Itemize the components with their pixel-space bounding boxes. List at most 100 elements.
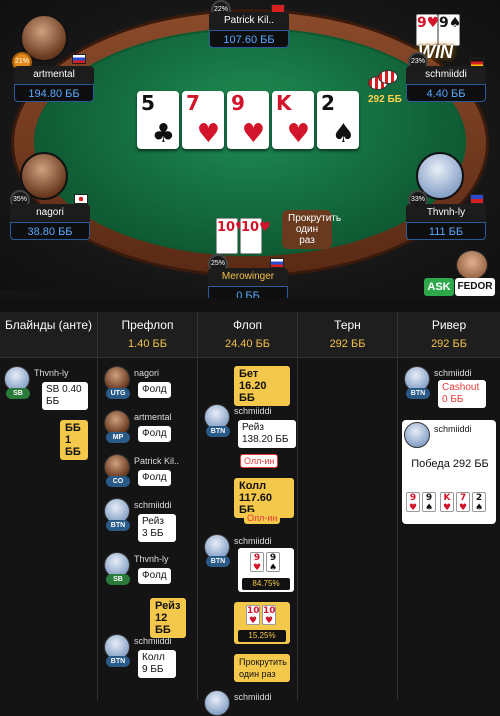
column-pot: 1.40 ББ <box>128 338 167 350</box>
board-card-2: 7 ♥ <box>182 91 224 149</box>
club-icon: ♣ <box>151 119 175 149</box>
action-label: Фолд <box>138 568 171 584</box>
player-name: nagori <box>134 368 160 378</box>
card-rank: 2 <box>321 91 335 115</box>
player-name: artmental <box>134 412 172 422</box>
column-divider <box>298 358 398 700</box>
column-river: Ривер 292 ББ <box>398 312 500 358</box>
all-in-tag: Олл-ин <box>244 512 281 524</box>
column-title: Префлоп <box>121 318 174 332</box>
position-badge: UTG <box>106 388 130 399</box>
column-pot: 292 ББ <box>329 338 366 350</box>
all-in-tag: Олл-ин <box>240 454 279 468</box>
fedor-button[interactable]: FEDOR <box>455 278 495 296</box>
action-label: Бет 16.20 ББ <box>234 366 290 406</box>
hole-card: 9♥ <box>250 552 264 573</box>
board-card-1: 5 ♣ <box>137 91 179 149</box>
player-name: schmiiddi <box>434 368 472 378</box>
heart-icon: ♥ <box>196 119 220 149</box>
card-rank: 5 <box>141 91 155 115</box>
player-stack: 107.60 ББ <box>209 30 289 48</box>
position-badge: BTN <box>406 388 430 399</box>
hole-card: 10♥ <box>240 218 271 254</box>
card-rank: 7 <box>186 91 200 115</box>
player-name: artmental <box>14 66 94 84</box>
player-stack: 194.80 ББ <box>14 84 94 102</box>
player-name: schmiiddi <box>134 500 172 510</box>
action-label: Колл 9 ББ <box>138 650 176 678</box>
player-stack: 111 ББ <box>406 222 486 240</box>
cashout-label: Cashout 0 ББ <box>438 380 486 408</box>
heart-icon: ♥ <box>286 119 310 149</box>
action-label: ББ 1 ББ <box>60 420 88 460</box>
position-badge: SB <box>6 388 30 399</box>
position-badge: BTN <box>206 556 230 567</box>
hole-card: 10♥ <box>216 218 247 254</box>
win-card: 9 ♠ <box>422 492 436 513</box>
player-stack: 38.80 ББ <box>10 222 90 240</box>
win-card: 7 ♥ <box>456 492 470 513</box>
position-badge: CO <box>106 476 130 487</box>
player-name: Patrick Kil.. <box>209 12 289 30</box>
divider <box>0 298 500 312</box>
russia-flag-icon <box>72 54 86 64</box>
japan-flag-icon <box>74 194 88 204</box>
equity-value: 84.75% <box>242 578 290 590</box>
player-name: schmiiddi <box>234 406 272 416</box>
heart-icon: ♥ <box>241 119 265 149</box>
board-card-5: 2 ♠ <box>317 91 359 149</box>
run-it-once-bubble[interactable]: Прокрутить один раз <box>282 210 341 249</box>
avatar <box>404 422 430 448</box>
column-preflop: Префлоп 1.40 ББ <box>98 312 198 358</box>
column-title: Блайнды (анте) <box>4 318 93 332</box>
action-label: SB 0.40 ББ <box>42 382 88 410</box>
run-it-once-label: Прокрутить один раз <box>234 654 290 682</box>
column-title: Ривер <box>431 318 467 332</box>
pot-chips-icon <box>378 70 398 84</box>
position-badge: MP <box>106 432 130 443</box>
avatar <box>204 690 230 716</box>
board-card-4: K ♥ <box>272 91 314 149</box>
position-badge: BTN <box>206 426 230 437</box>
win-card: K ♥ <box>440 492 454 513</box>
player-name: nagori <box>10 204 90 222</box>
player-name: Thvnh-ly <box>406 204 486 222</box>
win-card: 9 ♥ <box>406 492 420 513</box>
column-pot: 24.40 ББ <box>224 338 271 350</box>
position-badge: BTN <box>106 520 130 531</box>
player-name: schmiiddi <box>234 692 272 702</box>
player-name: Thvnh-ly <box>134 554 169 564</box>
player-name: schmiiddi <box>234 536 272 546</box>
card-rank: K <box>276 91 292 115</box>
board-card-3: 9 ♥ <box>227 91 269 149</box>
player-name: Patrick Kil.. <box>134 456 180 466</box>
column-title: Терн <box>334 318 361 332</box>
action-label: Фолд <box>138 470 171 486</box>
column-flop: Флоп 24.40 ББ <box>198 312 298 358</box>
spade-icon: ♠ <box>331 119 355 149</box>
hole-card: 10♥ <box>246 605 260 626</box>
player-stack: 4.40 ББ <box>406 84 486 102</box>
fedor-avatar <box>456 250 488 280</box>
position-badge: BTN <box>106 656 130 667</box>
card-rank: 9 <box>231 91 245 115</box>
philippines-flag-icon <box>470 194 484 204</box>
ask-button[interactable]: ASK <box>424 278 454 296</box>
column-turn: Терн 292 ББ <box>298 312 398 358</box>
poker-table-area: 5 ♣ 7 ♥ 9 ♥ K ♥ 2 ♠ 292 ББ 21% artmental 194.… <box>0 0 500 304</box>
pot-amount: 292 ББ <box>368 94 402 105</box>
action-label: Фолд <box>138 382 171 398</box>
player-name: schmiiddi <box>434 424 472 434</box>
action-label: Рейз 12 ББ <box>150 598 186 638</box>
hole-card: 9♠ <box>266 552 280 573</box>
column-title: Флоп <box>232 318 263 332</box>
action-label: Рейз 138.20 ББ <box>238 420 296 448</box>
player-name: schmiiddi <box>406 66 486 84</box>
hand-history-header: Блайнды (анте) Префлоп 1.40 ББ Флоп 24.40 … <box>0 312 500 358</box>
hole-card: 10♥ <box>262 605 276 626</box>
equity-value: 15.25% <box>238 630 286 642</box>
win-text: Победа 292 ББ <box>411 458 489 470</box>
column-pot: 292 ББ <box>431 338 467 350</box>
player-name: schmiiddi <box>134 636 172 646</box>
russia-flag-icon <box>270 258 284 268</box>
